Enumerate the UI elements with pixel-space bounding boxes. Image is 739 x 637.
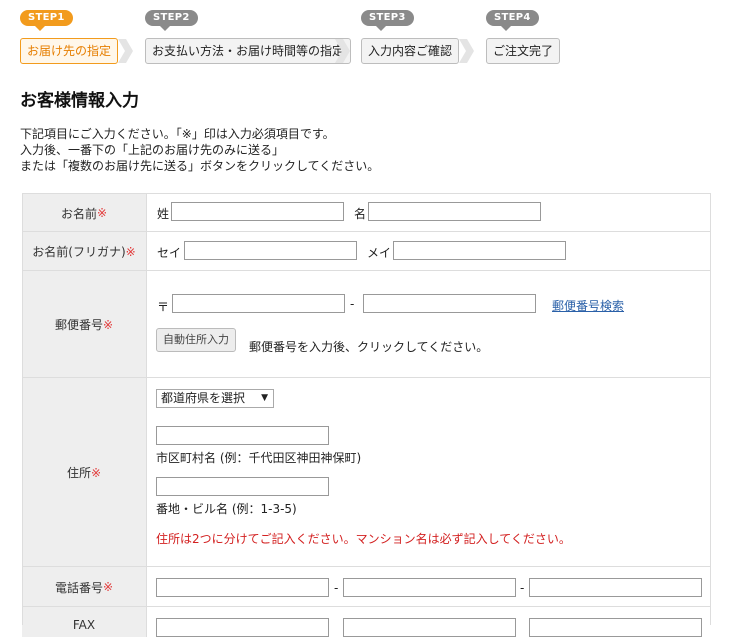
city-hint: 市区町村名 (例：千代田区神田神保町) [156,451,362,465]
postal-label: 郵便番号 ※ [22,271,147,378]
chevron-right-icon [333,38,351,64]
fax-fields [147,607,711,637]
required-mark: ※ [102,580,114,594]
first-name-kana-input[interactable] [393,241,566,260]
mei-label: 名 [354,207,367,221]
name-fields: 姓 名 [147,194,711,232]
chevron-right-icon [116,38,134,64]
form-row-postal: 郵便番号 ※ 〒 - 郵便番号検索 自動住所入力 郵便番号を入力後、クリックしてく… [22,270,711,378]
step-2-notch [160,26,170,31]
step-3-badge: STEP3 [361,10,414,26]
phone-second-input[interactable] [343,578,516,597]
page-title: お客様情報入力 [20,91,139,111]
last-name-input[interactable] [171,202,344,221]
kana-fields: セイ メイ [147,232,711,271]
fax-second-input[interactable] [343,618,516,637]
phone-dash: - [520,581,525,595]
name-label: お名前 ※ [22,194,147,232]
required-mark: ※ [102,317,114,332]
step-4-notch [501,26,511,31]
form-row-name: お名前 ※ 姓 名 [22,193,711,232]
street-hint: 番地・ビル名 (例：1-3-5) [156,502,297,516]
street-input[interactable] [156,477,329,496]
required-mark: ※ [90,465,102,480]
step-3-label: 入力内容ご確認 [361,38,460,64]
phone-dash: - [334,581,339,595]
step-1-notch [35,26,45,31]
first-name-input[interactable] [368,202,541,221]
postal-code-second-input[interactable] [363,294,536,313]
address-warning: 住所は2つに分けてご記入ください。マンション名は必ず記入してください。 [156,532,571,546]
kana-label: お名前(フリガナ) ※ [22,232,147,271]
step-4-badge: STEP4 [486,10,539,26]
step-2-badge: STEP2 [145,10,198,26]
intro-line: 入力後、一番下の「上記のお届け先のみに送る」 [20,143,285,157]
phone-label: 電話番号 ※ [22,567,147,607]
postal-dash: - [350,297,355,311]
postal-prefix: 〒 [157,300,170,314]
form-row-address: 住所 ※ 都道府県を選択 ▼ 市区町村名 (例：千代田区神田神保町) 番地・ビル名… [22,377,711,567]
phone-fields: - - [147,567,711,607]
postal-code-first-input[interactable] [172,294,345,313]
required-mark: ※ [96,206,108,220]
form-row-kana: お名前(フリガナ) ※ セイ メイ [22,231,711,271]
form-row-fax: FAX [22,606,711,637]
form-row-phone: 電話番号 ※ - - [22,566,711,607]
fax-first-input[interactable] [156,618,329,637]
postal-search-link[interactable]: 郵便番号検索 [552,297,624,314]
step-4-label: ご注文完了 [486,38,561,64]
phone-third-input[interactable] [529,578,702,597]
postal-fields: 〒 - 郵便番号検索 自動住所入力 郵便番号を入力後、クリックしてください。 [147,271,711,378]
phone-first-input[interactable] [156,578,329,597]
intro-line: 下記項目にご入力ください。「※」印は入力必須項目です。 [20,127,335,141]
step-1-badge: STEP1 [20,10,73,26]
address-fields: 都道府県を選択 ▼ 市区町村名 (例：千代田区神田神保町) 番地・ビル名 (例：… [147,378,711,567]
step-2-label: お支払い方法・お届け時間等の指定 [145,38,352,64]
checkout-steps: STEP1 お届け先の指定 STEP2 お支払い方法・お届け時間等の指定 STE… [20,10,720,66]
sei-kana-label: セイ [157,246,182,260]
auto-address-button[interactable]: 自動住所入力 [156,328,236,352]
chevron-right-icon [457,38,475,64]
mei-kana-label: メイ [367,246,392,260]
step-1-label: お届け先の指定 [20,38,119,64]
required-mark: ※ [125,244,136,259]
city-input[interactable] [156,426,329,445]
step-3-notch [376,26,386,31]
fax-label: FAX [22,607,147,637]
intro-line: または「複数のお届け先に送る」ボタンをクリックしてください。 [20,159,380,173]
intro-text: 下記項目にご入力ください。「※」印は入力必須項目です。 入力後、一番下の「上記の… [20,126,379,174]
prefecture-select[interactable]: 都道府県を選択 ▼ [156,389,274,408]
postal-hint: 郵便番号を入力後、クリックしてください。 [249,340,489,354]
address-label: 住所 ※ [22,378,147,567]
last-name-kana-input[interactable] [184,241,357,260]
fax-third-input[interactable] [529,618,702,637]
sei-label: 姓 [157,207,170,221]
customer-form: お名前 ※ 姓 名 お名前(フリガナ) ※ セイ メイ 郵便番号 ※ 〒 - 郵… [22,193,711,637]
dropdown-arrow-icon: ▼ [261,393,268,403]
